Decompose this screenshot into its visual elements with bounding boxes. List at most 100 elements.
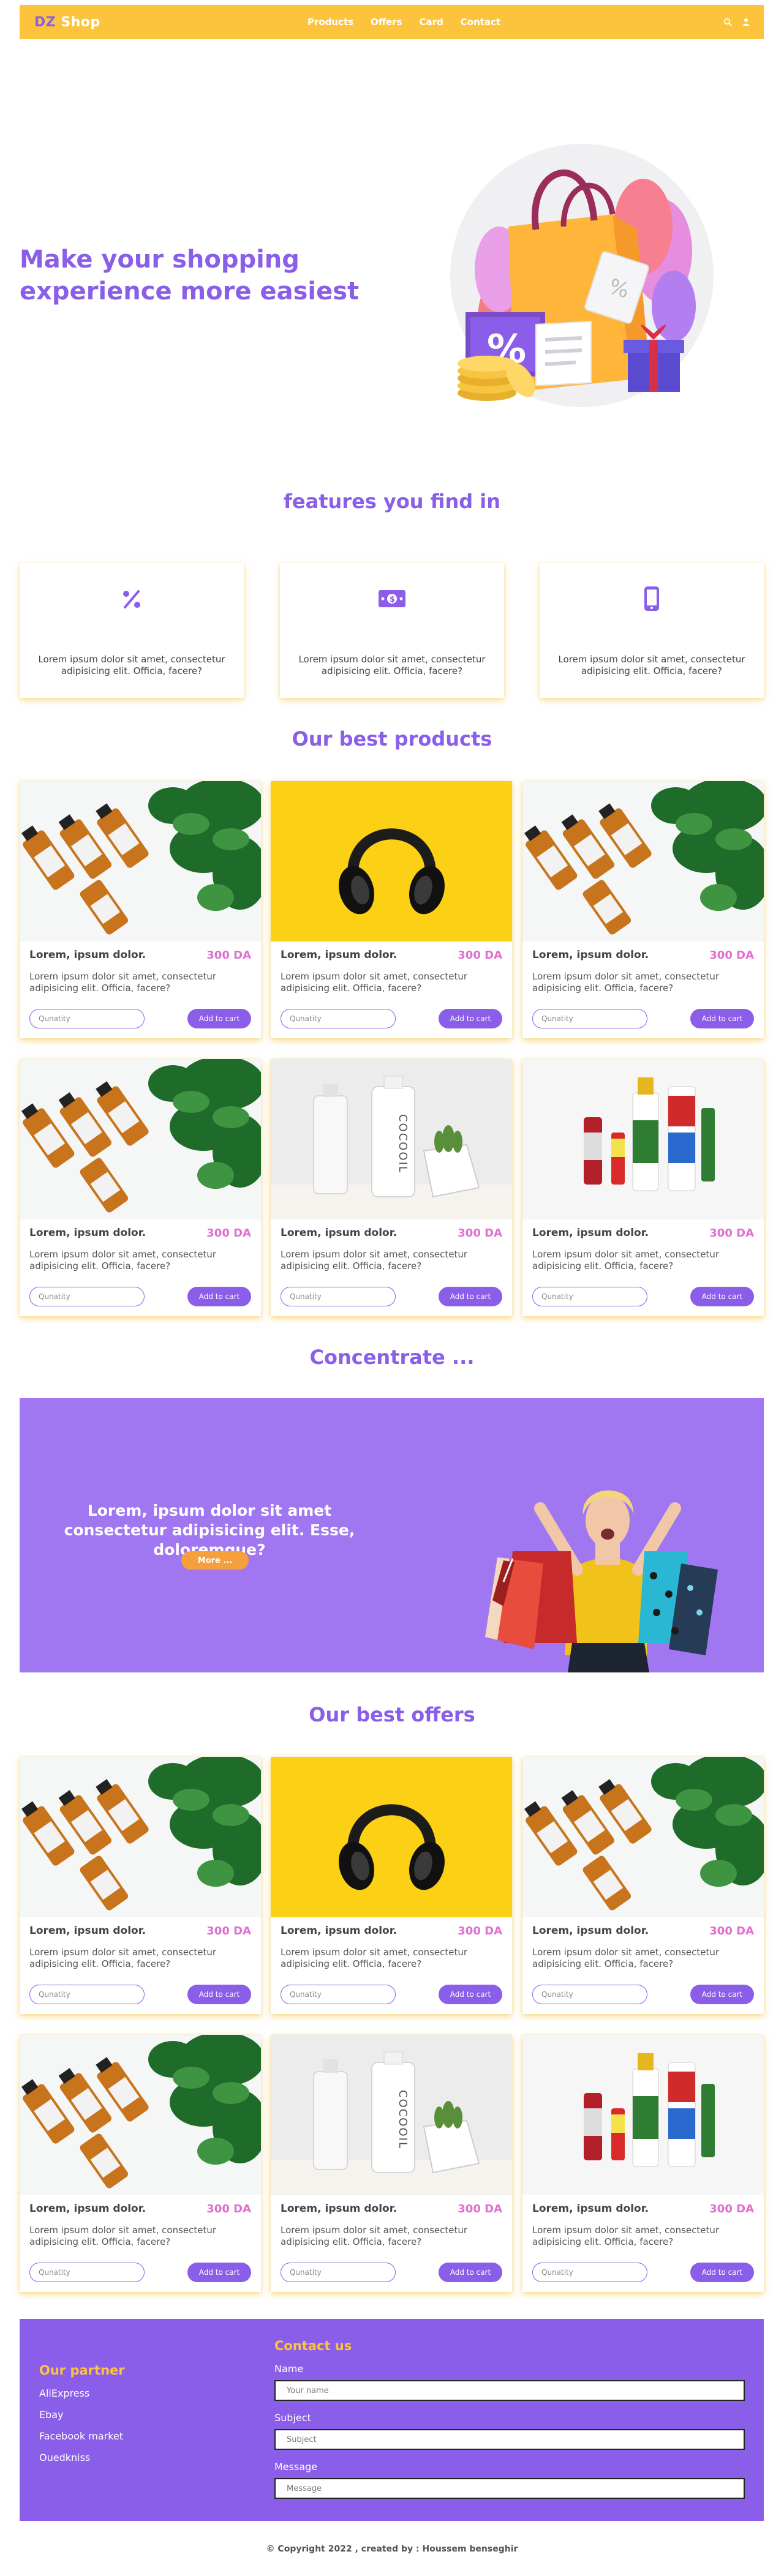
logo-suffix: Shop <box>56 14 100 30</box>
message-field[interactable]: Message <box>274 2478 745 2499</box>
product-price: 300 DA <box>458 2203 502 2215</box>
quantity-input[interactable]: Qunatity <box>532 2263 647 2282</box>
add-to-cart-button[interactable]: Add to cart <box>690 2263 754 2282</box>
product-card: Lorem, ipsum dolor. 300 DA Lorem ipsum dol… <box>522 1059 764 1316</box>
product-image[interactable] <box>522 1757 764 1917</box>
product-price: 300 DA <box>206 1227 251 1240</box>
product-description: Lorem ipsum dolor sit amet, consectetur … <box>29 2225 217 2247</box>
quantity-input[interactable]: Qunatity <box>29 1985 145 2004</box>
product-name: Lorem, ipsum dolor. <box>29 1227 146 1239</box>
add-to-cart-button[interactable]: Add to cart <box>439 1287 502 1306</box>
logo[interactable]: DZ Shop <box>34 15 100 30</box>
product-name: Lorem, ipsum dolor. <box>281 949 398 961</box>
add-to-cart-button[interactable]: Add to cart <box>690 1009 754 1028</box>
product-name: Lorem, ipsum dolor. <box>29 2203 146 2215</box>
product-image[interactable]: COCOOIL <box>271 2035 512 2195</box>
quantity-input[interactable]: Qunatity <box>281 1985 396 2004</box>
shopping-bag-illustration: % % <box>450 144 714 407</box>
product-image[interactable] <box>20 1757 261 1917</box>
partner-link-ebay[interactable]: Ebay <box>39 2409 123 2430</box>
message-label: Message <box>274 2461 318 2473</box>
promo-title: Concentrate ... <box>309 1346 475 1369</box>
footer: Our partner AliExpress Ebay Facebook mar… <box>20 2319 764 2521</box>
product-image[interactable] <box>522 1059 764 1219</box>
quantity-input[interactable]: Qunatity <box>281 2263 396 2282</box>
phone-icon <box>644 586 659 611</box>
product-description: Lorem ipsum dolor sit amet, consectetur … <box>29 1249 217 1271</box>
product-price: 300 DA <box>709 1925 754 1938</box>
product-card: Lorem, ipsum dolor. 300 DA Lorem ipsum dol… <box>20 2035 261 2292</box>
product-card: Lorem, ipsum dolor. 300 DA Lorem ipsum dol… <box>20 781 261 1038</box>
feature-text: Lorem ipsum dolor sit amet, consectetur … <box>38 654 225 676</box>
product-price: 300 DA <box>709 2203 754 2215</box>
search-icon[interactable] <box>723 18 732 26</box>
quantity-input[interactable]: Qunatity <box>281 1287 396 1306</box>
product-price: 300 DA <box>206 1925 251 1938</box>
name-field[interactable]: Your name <box>274 2380 745 2401</box>
promo-banner: Lorem, ipsum dolor sit amet consectetur … <box>20 1398 764 1672</box>
product-name: Lorem, ipsum dolor. <box>29 1925 146 1937</box>
more-button[interactable]: More ... <box>181 1551 249 1570</box>
add-to-cart-button[interactable]: Add to cart <box>439 1009 502 1028</box>
add-to-cart-button[interactable]: Add to cart <box>187 1985 251 2004</box>
product-name: Lorem, ipsum dolor. <box>281 2203 398 2215</box>
product-description: Lorem ipsum dolor sit amet, consectetur … <box>281 1947 468 1969</box>
product-image[interactable] <box>20 1059 261 1219</box>
product-description: Lorem ipsum dolor sit amet, consectetur … <box>281 971 468 994</box>
product-description: Lorem ipsum dolor sit amet, consectetur … <box>532 1249 720 1271</box>
copyright-text: © Copyright 2022 , created by : Houssem … <box>266 2544 518 2554</box>
feature-text: Lorem ipsum dolor sit amet, consectetur … <box>298 654 486 676</box>
partner-link-ouedkniss[interactable]: Ouedkniss <box>39 2452 123 2473</box>
add-to-cart-button[interactable]: Add to cart <box>187 2263 251 2282</box>
product-image[interactable] <box>522 2035 764 2195</box>
user-icon[interactable] <box>742 18 750 26</box>
quantity-input[interactable]: Qunatity <box>281 1009 396 1028</box>
nav-link-contact[interactable]: Contact <box>461 17 500 28</box>
product-description: Lorem ipsum dolor sit amet, consectetur … <box>532 2225 720 2247</box>
nav-link-card[interactable]: Card <box>420 17 443 28</box>
quantity-input[interactable]: Qunatity <box>29 1287 145 1306</box>
quantity-input[interactable]: Qunatity <box>532 1985 647 2004</box>
partner-link-aliexpress[interactable]: AliExpress <box>39 2387 123 2409</box>
navbar: DZ Shop Products Offers Card Contact <box>20 5 764 39</box>
nav-link-offers[interactable]: Offers <box>371 17 402 28</box>
partner-link-facebook-market[interactable]: Facebook market <box>39 2430 123 2452</box>
product-card: Lorem, ipsum dolor. 300 DA Lorem ipsum dol… <box>522 781 764 1038</box>
product-image[interactable]: COCOOIL <box>271 1059 512 1219</box>
add-to-cart-button[interactable]: Add to cart <box>439 2263 502 2282</box>
product-price: 300 DA <box>206 949 251 962</box>
add-to-cart-button[interactable]: Add to cart <box>439 1985 502 2004</box>
product-name: Lorem, ipsum dolor. <box>532 1227 649 1239</box>
product-image[interactable] <box>20 2035 261 2195</box>
contact-title: Contact us <box>274 2338 352 2353</box>
features-title: features you find in <box>283 490 501 513</box>
subject-field[interactable]: Subject <box>274 2429 745 2450</box>
percent-icon <box>123 590 140 608</box>
product-price: 300 DA <box>458 1227 502 1240</box>
add-to-cart-button[interactable]: Add to cart <box>690 1287 754 1306</box>
product-image[interactable] <box>271 1757 512 1917</box>
feature-text: Lorem ipsum dolor sit amet, consectetur … <box>558 654 745 676</box>
add-to-cart-button[interactable]: Add to cart <box>187 1287 251 1306</box>
add-to-cart-button[interactable]: Add to cart <box>187 1009 251 1028</box>
quantity-input[interactable]: Qunatity <box>532 1009 647 1028</box>
feature-card: Lorem ipsum dolor sit amet, consectetur … <box>20 563 244 698</box>
money-icon: $ <box>379 590 405 607</box>
product-name: Lorem, ipsum dolor. <box>281 1227 398 1239</box>
quantity-input[interactable]: Qunatity <box>29 1009 145 1028</box>
product-description: Lorem ipsum dolor sit amet, consectetur … <box>532 1947 720 1969</box>
product-price: 300 DA <box>458 1925 502 1938</box>
product-description: Lorem ipsum dolor sit amet, consectetur … <box>281 1249 468 1271</box>
product-image[interactable] <box>522 781 764 942</box>
add-to-cart-button[interactable]: Add to cart <box>690 1985 754 2004</box>
product-card: Lorem, ipsum dolor. 300 DA Lorem ipsum dol… <box>522 1757 764 2014</box>
product-image[interactable] <box>20 781 261 942</box>
product-card: COCOOIL Lorem, ipsum dolor. 300 DA Lorem ip… <box>271 1059 512 1316</box>
product-image[interactable] <box>271 781 512 942</box>
product-name: Lorem, ipsum dolor. <box>532 949 649 961</box>
quantity-input[interactable]: Qunatity <box>29 2263 145 2282</box>
nav-link-products[interactable]: Products <box>307 17 353 28</box>
quantity-input[interactable]: Qunatity <box>532 1287 647 1306</box>
svg-text:$: $ <box>390 595 395 604</box>
partner-list: AliExpress Ebay Facebook market Ouedknis… <box>39 2387 123 2473</box>
